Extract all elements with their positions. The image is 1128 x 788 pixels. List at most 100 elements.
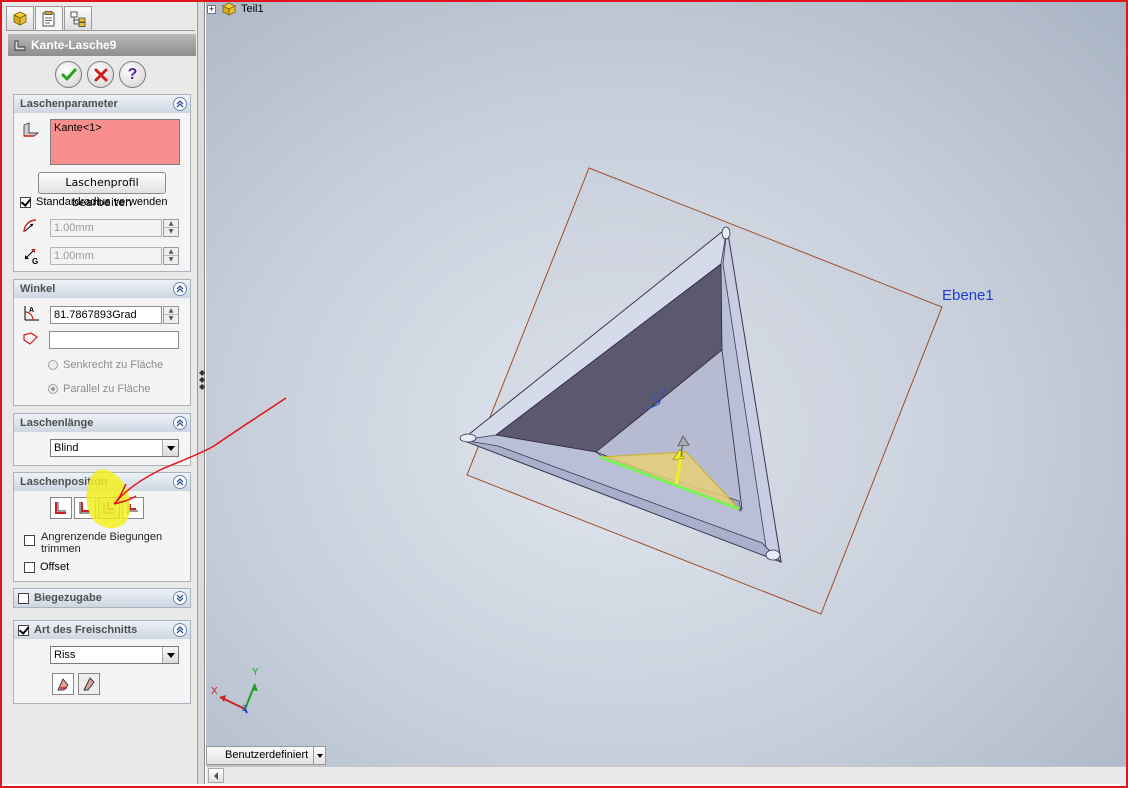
gap-distance-icon: G xyxy=(24,248,38,265)
group-header-laschenposition[interactable]: Laschenposition xyxy=(14,473,190,491)
collapse-laschenposition-button[interactable] xyxy=(173,475,187,489)
feature-tree-root[interactable]: + Teil1 xyxy=(207,2,264,16)
offset-row[interactable]: Offset xyxy=(24,561,69,573)
relief-tear-icon xyxy=(83,677,95,691)
group-title-biegezugabe: Biegezugabe xyxy=(34,592,102,604)
help-button[interactable]: ? xyxy=(119,61,146,88)
chevron-up-icon xyxy=(176,478,184,486)
chevron-up-icon xyxy=(176,626,184,634)
group-header-laschenlaenge[interactable]: Laschenlänge xyxy=(14,414,190,432)
reference-face-icon xyxy=(23,332,38,345)
use-default-radius-label: Standardradius verwenden xyxy=(36,196,168,208)
position-bend-from-virtual-sharp-button[interactable] xyxy=(122,497,144,519)
flange-angle-icon: A xyxy=(24,306,39,321)
expand-tree-icon[interactable]: + xyxy=(207,4,216,14)
edge-selection-icon xyxy=(23,122,40,137)
view-orientation-dropdown[interactable]: Benutzerdefiniert xyxy=(206,746,327,765)
trim-bends-checkbox[interactable] xyxy=(24,535,35,546)
tab-divider xyxy=(6,30,195,31)
position-material-inside-button[interactable] xyxy=(50,497,72,519)
group-title-freischnitt: Art des Freischnitts xyxy=(34,624,138,636)
collapse-laschenlaenge-button[interactable] xyxy=(173,416,187,430)
bend-radius-field[interactable]: 1.00mm xyxy=(50,219,162,237)
use-default-radius-checkbox[interactable] xyxy=(20,196,31,208)
group-title-laschenparameter: Laschenparameter xyxy=(20,98,118,110)
triad-x-label: X xyxy=(211,686,218,697)
tab-feature-manager[interactable] xyxy=(6,6,34,31)
edit-profile-button[interactable]: Laschenprofil bearbeiten xyxy=(38,172,166,209)
bend-radius-spinner[interactable]: ▲ ▼ xyxy=(163,219,179,237)
position-bend-outside-button[interactable] xyxy=(98,497,120,519)
edge-selection-box[interactable]: Kante<1> xyxy=(50,119,180,165)
relief-type-select[interactable]: Riss xyxy=(50,646,179,664)
graphics-viewport[interactable]: + Teil1 Ebene1 X Y Z Benutzerdefiniert xyxy=(206,2,1126,784)
group-laschenlaenge: Laschenlänge Blind xyxy=(13,413,191,466)
relief-type-value: Riss xyxy=(54,649,76,661)
gap-distance-spinner[interactable]: ▲ ▼ xyxy=(163,247,179,265)
relief-option-buttons xyxy=(52,673,100,695)
feature-manager-icon xyxy=(13,11,27,26)
plane-label[interactable]: Ebene1 xyxy=(942,287,994,304)
trim-bends-label: Angrenzende Biegungen trimmen xyxy=(41,531,163,555)
gap-distance-field[interactable]: 1.00mm xyxy=(50,247,162,265)
material-outside-icon xyxy=(79,502,90,514)
group-title-laschenposition: Laschenposition xyxy=(20,476,108,488)
end-condition-select[interactable]: Blind xyxy=(50,439,179,457)
group-biegezugabe: Biegezugabe xyxy=(13,588,191,608)
parallel-to-face-option[interactable]: Parallel zu Fläche xyxy=(48,383,150,395)
use-default-radius-row[interactable]: Standardradius verwenden xyxy=(20,196,167,208)
horizontal-scrollbar[interactable] xyxy=(206,766,1126,784)
feature-title: Kante-Lasche9 xyxy=(31,38,117,52)
biegezugabe-checkbox[interactable] xyxy=(18,592,29,604)
panel-splitter[interactable]: ◆ ◆ ◆ xyxy=(198,2,205,784)
model-scene xyxy=(219,167,943,714)
view-triad xyxy=(219,683,258,714)
x-icon xyxy=(94,68,107,81)
collapse-winkel-button[interactable] xyxy=(173,282,187,296)
offset-checkbox[interactable] xyxy=(24,561,35,573)
property-manager-panel: Kante-Lasche9 ? Laschenparameter Kante<1… xyxy=(2,2,198,784)
svg-text:A: A xyxy=(29,307,34,314)
triad-z-label: Z xyxy=(242,704,247,713)
parallel-label: Parallel zu Fläche xyxy=(63,383,151,395)
tab-configuration-manager[interactable] xyxy=(64,6,92,31)
perpendicular-to-face-option[interactable]: Senkrecht zu Fläche xyxy=(48,359,163,371)
expand-biegezugabe-button[interactable] xyxy=(173,591,187,605)
group-title-laschenlaenge: Laschenlänge xyxy=(20,417,94,429)
scroll-left-button[interactable] xyxy=(208,768,224,783)
chevron-up-icon xyxy=(176,100,184,108)
group-header-laschenparameter[interactable]: Laschenparameter xyxy=(14,95,190,113)
relief-tear-button[interactable] xyxy=(78,673,100,695)
trim-bends-row[interactable]: Angrenzende Biegungen trimmen xyxy=(24,531,184,555)
flange-angle-field[interactable]: 81.7867893Grad xyxy=(50,306,162,324)
chevron-down-icon[interactable] xyxy=(162,440,178,456)
perpendicular-radio[interactable] xyxy=(48,360,58,371)
group-header-biegezugabe[interactable]: Biegezugabe xyxy=(14,589,190,607)
freischnitt-checkbox[interactable] xyxy=(18,624,29,636)
material-inside-icon xyxy=(55,502,66,514)
collapse-freischnitt-button[interactable] xyxy=(173,623,187,637)
chevron-down-icon[interactable] xyxy=(162,647,178,663)
chevron-down-icon[interactable] xyxy=(314,746,327,765)
ok-button[interactable] xyxy=(55,61,82,88)
group-title-winkel: Winkel xyxy=(20,283,56,295)
cancel-button[interactable] xyxy=(87,61,114,88)
bend-virtual-sharp-icon xyxy=(127,502,138,514)
splitter-grip-icon[interactable]: ◆ ◆ ◆ xyxy=(199,369,205,391)
reference-face-field[interactable] xyxy=(49,331,179,349)
parallel-radio[interactable] xyxy=(48,384,58,395)
edge-flange-icon xyxy=(14,40,26,51)
svg-text:G: G xyxy=(32,257,38,265)
triad-y-label: Y xyxy=(252,667,259,678)
group-header-freischnitt[interactable]: Art des Freischnitts xyxy=(14,621,190,639)
chevron-up-icon xyxy=(176,285,184,293)
offset-label: Offset xyxy=(40,561,70,573)
group-header-winkel[interactable]: Winkel xyxy=(14,280,190,298)
collapse-laschenparameter-button[interactable] xyxy=(173,97,187,111)
tab-property-manager[interactable] xyxy=(35,6,63,31)
relief-extend-button[interactable] xyxy=(52,673,74,695)
flange-angle-spinner[interactable]: ▲ ▼ xyxy=(163,306,179,324)
view-orientation-value[interactable]: Benutzerdefiniert xyxy=(206,746,315,765)
edge-selection-item[interactable]: Kante<1> xyxy=(54,122,102,134)
position-material-outside-button[interactable] xyxy=(74,497,96,519)
